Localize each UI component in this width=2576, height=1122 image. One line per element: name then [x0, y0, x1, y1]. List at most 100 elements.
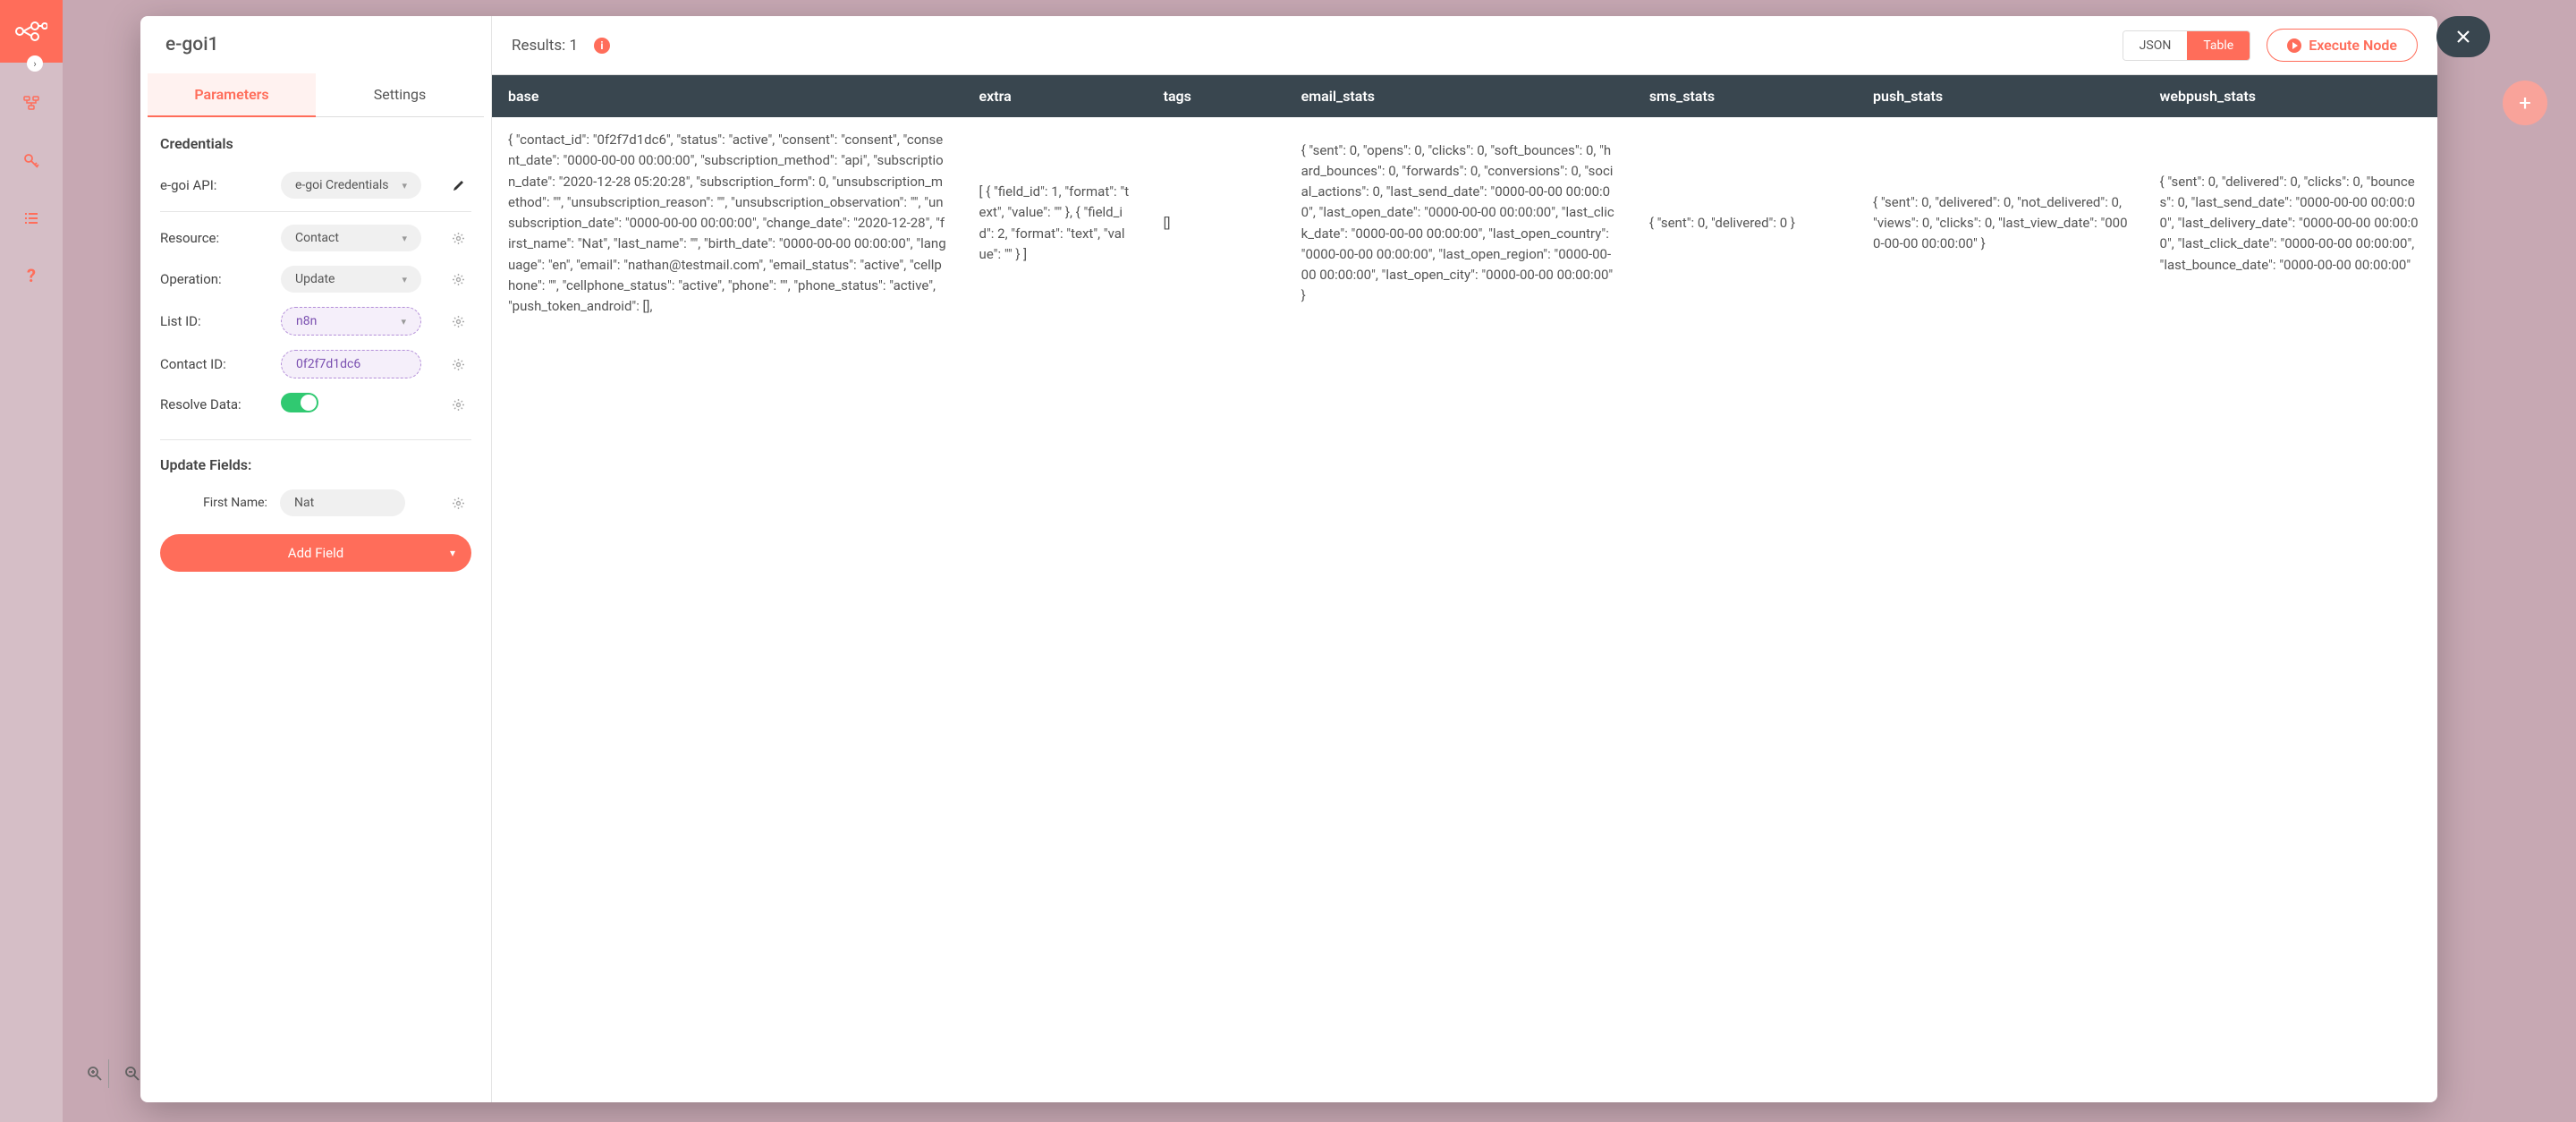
operation-select[interactable]: Update ▾ [281, 266, 421, 293]
result-table-wrap[interactable]: baseextratagsemail_statssms_statspush_st… [492, 74, 2437, 1102]
gear-icon [452, 232, 465, 245]
gear-icon [452, 398, 465, 412]
results-count: Results: 1 [512, 37, 578, 55]
node-title: e-goi1 [140, 16, 491, 61]
sidebar-item-executions[interactable] [15, 202, 47, 234]
close-icon [2454, 28, 2472, 46]
zoom-in-icon [87, 1066, 103, 1082]
contact-id-input[interactable]: 0f2f7d1dc6 [281, 350, 421, 378]
question-icon: ? [27, 265, 36, 286]
resolve-data-options-button[interactable] [452, 398, 471, 412]
parameters-body: Credentials e-goi API: e-goi Credentials… [140, 117, 491, 1102]
sidebar-item-help[interactable]: ? [15, 259, 47, 292]
cell-tags: [] [1148, 117, 1285, 329]
param-row-list-id: List ID: n8n ▾ [160, 300, 471, 343]
execute-node-label: Execute Node [2309, 37, 2397, 54]
zoom-in-button[interactable] [80, 1059, 109, 1088]
pencil-icon [452, 179, 465, 192]
tab-parameters[interactable]: Parameters [148, 73, 316, 117]
chevron-down-icon: ▾ [450, 547, 455, 559]
list-id-options-button[interactable] [452, 315, 471, 328]
param-row-resource: Resource: Contact ▾ [160, 217, 471, 259]
config-tabs: Parameters Settings [140, 73, 491, 117]
cell-email_stats: { "sent": 0, "opens": 0, "clicks": 0, "s… [1285, 117, 1633, 329]
node-config-panel: e-goi1 Parameters Settings Credentials e… [140, 16, 492, 1102]
gear-icon [452, 315, 465, 328]
json-view-button[interactable]: JSON [2123, 31, 2188, 60]
play-icon [2287, 38, 2301, 53]
chevron-down-icon: ▾ [402, 233, 407, 244]
zoom-controls [80, 1059, 147, 1088]
param-row-contact-id: Contact ID: 0f2f7d1dc6 [160, 343, 471, 386]
resource-label: Resource: [160, 230, 281, 246]
left-rail: › ? [0, 0, 63, 1122]
column-tags: tags [1148, 75, 1285, 117]
cell-extra: [ { "field_id": 1, "format": "text", "va… [963, 117, 1148, 329]
contact-id-value: 0f2f7d1dc6 [296, 357, 360, 371]
node-output-panel: Results: 1 i JSON Table Execute Node bas… [492, 16, 2437, 1102]
first-name-options-button[interactable] [452, 497, 471, 510]
cell-base: { "contact_id": "0f2f7d1dc6", "status": … [492, 117, 963, 329]
node-editor-modal: e-goi1 Parameters Settings Credentials e… [140, 16, 2437, 1102]
resolve-data-toggle[interactable] [281, 393, 318, 412]
param-row-api: e-goi API: e-goi Credentials ▾ [160, 165, 471, 212]
resource-value: Contact [295, 231, 339, 245]
api-label: e-goi API: [160, 177, 281, 193]
sidebar-item-workflows[interactable] [15, 88, 47, 120]
tab-settings[interactable]: Settings [316, 73, 484, 117]
column-sms_stats: sms_stats [1633, 75, 1857, 117]
operation-options-button[interactable] [452, 273, 471, 286]
column-push_stats: push_stats [1857, 75, 2144, 117]
result-table: baseextratagsemail_statssms_statspush_st… [492, 75, 2437, 329]
app-logo[interactable] [0, 0, 63, 63]
first-name-input[interactable]: Nat [280, 489, 405, 516]
close-modal-button[interactable] [2436, 16, 2490, 57]
gear-icon [452, 273, 465, 286]
first-name-label: First Name: [191, 496, 280, 510]
param-row-operation: Operation: Update ▾ [160, 259, 471, 300]
field-row-first-name: First Name: Nat [160, 484, 471, 522]
table-header: baseextratagsemail_statssms_statspush_st… [492, 75, 2437, 117]
info-icon: i [600, 39, 603, 52]
list-icon [23, 211, 39, 225]
add-field-button[interactable]: Add Field ▾ [160, 534, 471, 572]
table-body: { "contact_id": "0f2f7d1dc6", "status": … [492, 117, 2437, 329]
chevron-down-icon: ▾ [402, 180, 407, 191]
operation-label: Operation: [160, 271, 281, 287]
cell-webpush_stats: { "sent": 0, "delivered": 0, "clicks": 0… [2144, 117, 2437, 329]
cell-sms_stats: { "sent": 0, "delivered": 0 } [1633, 117, 1857, 329]
workflow-icon [22, 95, 40, 113]
column-email_stats: email_stats [1285, 75, 1633, 117]
param-row-resolve-data: Resolve Data: [160, 386, 471, 423]
list-id-select[interactable]: n8n ▾ [281, 307, 421, 336]
key-icon [23, 153, 39, 169]
edit-credentials-button[interactable] [452, 179, 471, 192]
first-name-value: Nat [294, 496, 314, 510]
api-credentials-value: e-goi Credentials [295, 178, 388, 192]
resource-options-button[interactable] [452, 232, 471, 245]
execute-node-button[interactable]: Execute Node [2267, 29, 2418, 62]
chevron-down-icon: ▾ [401, 316, 406, 327]
add-node-button[interactable]: + [2503, 81, 2547, 125]
operation-value: Update [295, 272, 335, 286]
contact-id-options-button[interactable] [452, 358, 471, 371]
plus-icon: + [2519, 90, 2531, 115]
result-header: Results: 1 i JSON Table Execute Node [492, 16, 2437, 74]
list-id-value: n8n [296, 314, 317, 328]
n8n-logo-icon [15, 21, 47, 42]
resolve-data-label: Resolve Data: [160, 396, 281, 412]
chevron-down-icon: ▾ [402, 274, 407, 285]
column-webpush_stats: webpush_stats [2144, 75, 2437, 117]
rail-collapse-button[interactable]: › [27, 55, 43, 72]
resource-select[interactable]: Contact ▾ [281, 225, 421, 251]
api-credentials-select[interactable]: e-goi Credentials ▾ [281, 172, 421, 199]
view-toggle: JSON Table [2123, 30, 2251, 61]
table-view-button[interactable]: Table [2187, 31, 2250, 60]
list-id-label: List ID: [160, 313, 281, 329]
results-info-button[interactable]: i [594, 38, 610, 54]
update-fields-heading: Update Fields: [160, 439, 471, 473]
sidebar-item-credentials[interactable] [15, 145, 47, 177]
gear-icon [452, 497, 465, 510]
column-base: base [492, 75, 963, 117]
gear-icon [452, 358, 465, 371]
